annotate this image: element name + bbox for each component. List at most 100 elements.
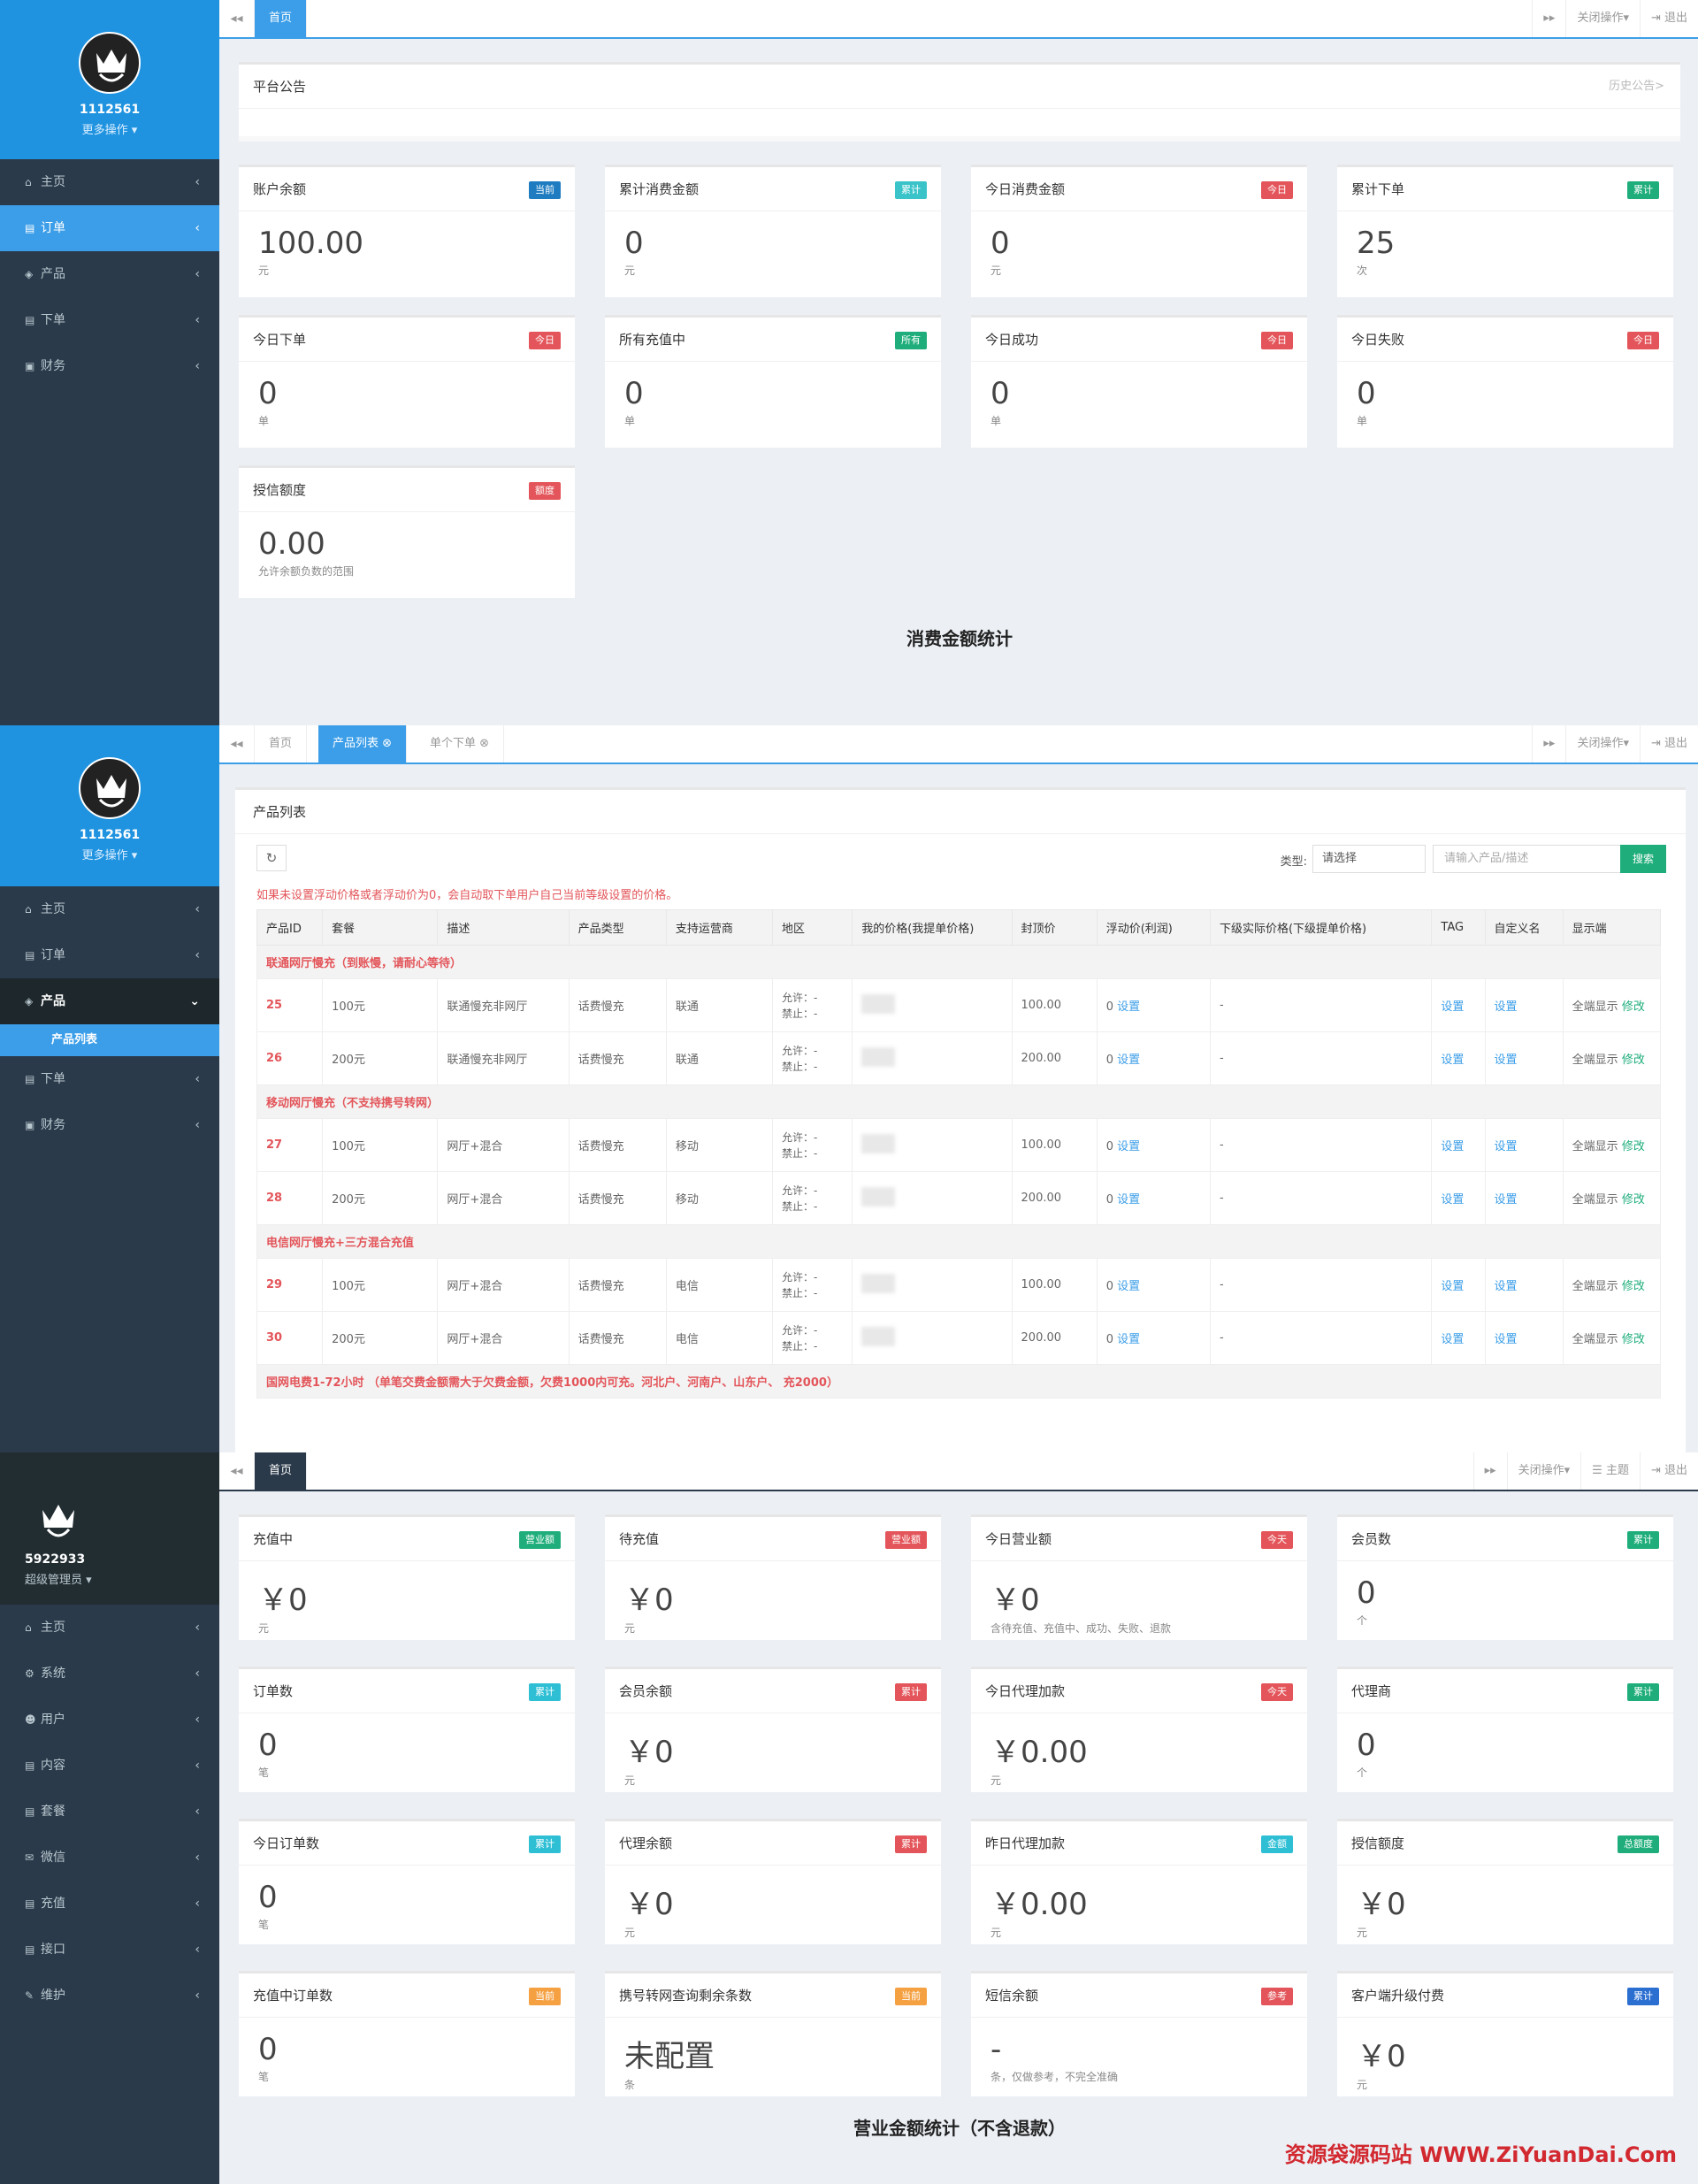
sidebar-item-4[interactable]: ▣ 财务 ‹ — [0, 343, 219, 389]
tab-scroll-right-icon[interactable]: ▸▸ — [1472, 1452, 1507, 1490]
group-name: 联通网厅慢充（到账慢，请耐心等待） — [256, 945, 1661, 979]
operator: 移动 — [665, 1118, 774, 1172]
close-actions-dropdown[interactable]: 关闭操作▾ — [1565, 725, 1640, 762]
tab-product-list[interactable]: 产品列表 ⊗ — [318, 725, 408, 762]
sidebar-item-0[interactable]: ⌂ 主页 ‹ — [0, 159, 219, 205]
stat-card: 今日营业额 今天 ￥0 含待充值、充值中、成功、失败、退款 — [971, 1514, 1307, 1640]
status-badge: 累计 — [529, 1835, 561, 1853]
more-actions-dropdown[interactable]: 更多操作 ▾ — [0, 846, 219, 862]
sidebar-item-2[interactable]: ◈ 产品 ‹ — [0, 251, 219, 297]
sidebar-item-1[interactable]: ⚙ 系统 ‹ — [0, 1651, 219, 1697]
sidebar-item-4[interactable]: ▣ 财务 ‹ — [0, 1102, 219, 1148]
region-text: 允许：- 禁止：- — [782, 1130, 852, 1161]
sidebar-item-8[interactable]: ✎ 维护 ‹ — [0, 1973, 219, 2019]
sidebar-item-2[interactable]: ☻ 用户 ‹ — [0, 1697, 219, 1743]
chevron-left-icon: ‹ — [195, 1667, 200, 1681]
float-price: 0 设置 — [1096, 1031, 1211, 1085]
set-float-link[interactable]: 设置 — [1117, 1054, 1140, 1067]
sidebar-item-3[interactable]: ▤ 下单 ‹ — [0, 297, 219, 343]
theme-button[interactable]: ☰ 主题 — [1580, 1452, 1640, 1490]
product-table: 产品ID 套餐 描述 产品类型 支持运营商 地区 我的价格(我提单价格) 封顶价 浮动价(利润)… — [256, 909, 1662, 1399]
sidebar-item-3[interactable]: ▤ 内容 ‹ — [0, 1743, 219, 1789]
chevron-down-icon: ⌄ — [189, 994, 200, 1008]
display-text: 全端显示 — [1572, 1000, 1618, 1014]
stat-card-header: 充值中订单数 当前 — [239, 1973, 575, 2018]
avatar[interactable] — [79, 757, 141, 819]
tag: 设置 — [1431, 1258, 1486, 1312]
cap-price: 100.00 — [1011, 978, 1098, 1032]
stat-card-value: 100.00 — [258, 226, 363, 261]
set-float-link[interactable]: 设置 — [1117, 1333, 1140, 1346]
tab-home[interactable]: 首页 — [255, 0, 308, 37]
set-tag-link[interactable]: 设置 — [1441, 1193, 1464, 1207]
set-name-link[interactable]: 设置 — [1495, 1333, 1518, 1346]
package-text: 100元 — [332, 1280, 365, 1293]
sidebar-item-2[interactable]: ◈ 产品 ⌄ — [0, 978, 219, 1024]
sidebar-item-1[interactable]: ▤ 订单 ‹ — [0, 932, 219, 978]
stat-card-title: 授信额度 — [253, 482, 307, 498]
search-input[interactable]: 请输入产品/描述 — [1433, 845, 1636, 873]
tab-scroll-right-icon[interactable]: ▸▸ — [1532, 0, 1565, 37]
edit-display-link[interactable]: 修改 — [1622, 1140, 1645, 1153]
sidebar-item-7[interactable]: ▤ 接口 ‹ — [0, 1927, 219, 1973]
set-name-link[interactable]: 设置 — [1495, 1140, 1518, 1153]
sidebar-item-4[interactable]: ▤ 套餐 ‹ — [0, 1789, 219, 1835]
stat-card-title: 今日消费金额 — [985, 181, 1066, 197]
float-price: 0 设置 — [1096, 978, 1211, 1032]
notice-history-link[interactable]: 历史公告> — [1609, 65, 1664, 109]
operator-text: 联通 — [675, 1000, 699, 1014]
set-tag-link[interactable]: 设置 — [1441, 1280, 1464, 1293]
set-name-link[interactable]: 设置 — [1495, 1193, 1518, 1207]
tab-scroll-left-icon[interactable]: ◂◂ — [219, 1452, 255, 1490]
set-name-link[interactable]: 设置 — [1495, 1000, 1518, 1014]
edit-display-link[interactable]: 修改 — [1622, 1333, 1645, 1346]
region: 允许：- 禁止：- — [772, 978, 853, 1032]
refresh-button[interactable]: ↻ — [256, 845, 287, 871]
set-tag-link[interactable]: 设置 — [1441, 1054, 1464, 1067]
tab-home[interactable]: 首页 — [255, 725, 308, 762]
set-name-link[interactable]: 设置 — [1495, 1054, 1518, 1067]
logout-button[interactable]: ⇥ 退出 — [1639, 1452, 1698, 1490]
set-float-link[interactable]: 设置 — [1117, 1193, 1140, 1207]
edit-display-link[interactable]: 修改 — [1622, 1193, 1645, 1207]
set-name-link[interactable]: 设置 — [1495, 1280, 1518, 1293]
table-column-header: 浮动价(利润) — [1096, 909, 1211, 946]
set-tag-link[interactable]: 设置 — [1441, 1000, 1464, 1014]
logout-button[interactable]: ⇥ 退出 — [1639, 725, 1698, 762]
cap-price-text: 200.00 — [1021, 1192, 1062, 1205]
sidebar-item-0[interactable]: ⌂ 主页 ‹ — [0, 1605, 219, 1651]
set-float-link[interactable]: 设置 — [1117, 1280, 1140, 1293]
type-select[interactable]: 请选择 — [1312, 845, 1426, 873]
tab-scroll-right-icon[interactable]: ▸▸ — [1532, 725, 1565, 762]
more-actions-dropdown[interactable]: 更多操作 ▾ — [0, 120, 219, 137]
stat-card: 授信额度 总额度 ￥0 元 — [1337, 1819, 1673, 1944]
close-actions-dropdown[interactable]: 关闭操作▾ — [1506, 1452, 1581, 1490]
set-tag-link[interactable]: 设置 — [1441, 1140, 1464, 1153]
avatar[interactable] — [79, 32, 141, 94]
edit-display-link[interactable]: 修改 — [1622, 1054, 1645, 1067]
sidebar-item-0[interactable]: ⌂ 主页 ‹ — [0, 886, 219, 932]
set-tag-link[interactable]: 设置 — [1441, 1333, 1464, 1346]
stat-card: 所有充值中 所有 0 单 — [605, 315, 941, 448]
sidebar-subitem-product-list[interactable]: 产品列表 — [0, 1024, 219, 1056]
logout-button[interactable]: ⇥ 退出 — [1639, 0, 1698, 37]
search-button[interactable]: 搜索 — [1620, 845, 1666, 873]
sidebar-item-1[interactable]: ▤ 订单 ‹ — [0, 205, 219, 251]
operator-text: 电信 — [675, 1280, 699, 1293]
set-float-link[interactable]: 设置 — [1117, 1140, 1140, 1153]
edit-display-link[interactable]: 修改 — [1622, 1000, 1645, 1014]
close-actions-dropdown[interactable]: 关闭操作▾ — [1565, 0, 1640, 37]
sub-price-text: - — [1219, 999, 1224, 1012]
avatar[interactable] — [32, 1492, 85, 1545]
edit-display-link[interactable]: 修改 — [1622, 1280, 1645, 1293]
sub-price: - — [1209, 1171, 1433, 1225]
role-dropdown[interactable]: 超级管理员 ▾ — [25, 1570, 219, 1587]
set-float-link[interactable]: 设置 — [1117, 1000, 1140, 1014]
sidebar-item-5[interactable]: ✉ 微信 ‹ — [0, 1835, 219, 1881]
tab-scroll-left-icon[interactable]: ◂◂ — [219, 725, 255, 762]
tab-single-order[interactable]: 单个下单 ⊗ — [416, 725, 505, 762]
tab-scroll-left-icon[interactable]: ◂◂ — [219, 0, 255, 37]
tab-home[interactable]: 首页 — [255, 1452, 308, 1490]
sidebar-item-6[interactable]: ▤ 充值 ‹ — [0, 1881, 219, 1927]
sidebar-item-3[interactable]: ▤ 下单 ‹ — [0, 1056, 219, 1102]
